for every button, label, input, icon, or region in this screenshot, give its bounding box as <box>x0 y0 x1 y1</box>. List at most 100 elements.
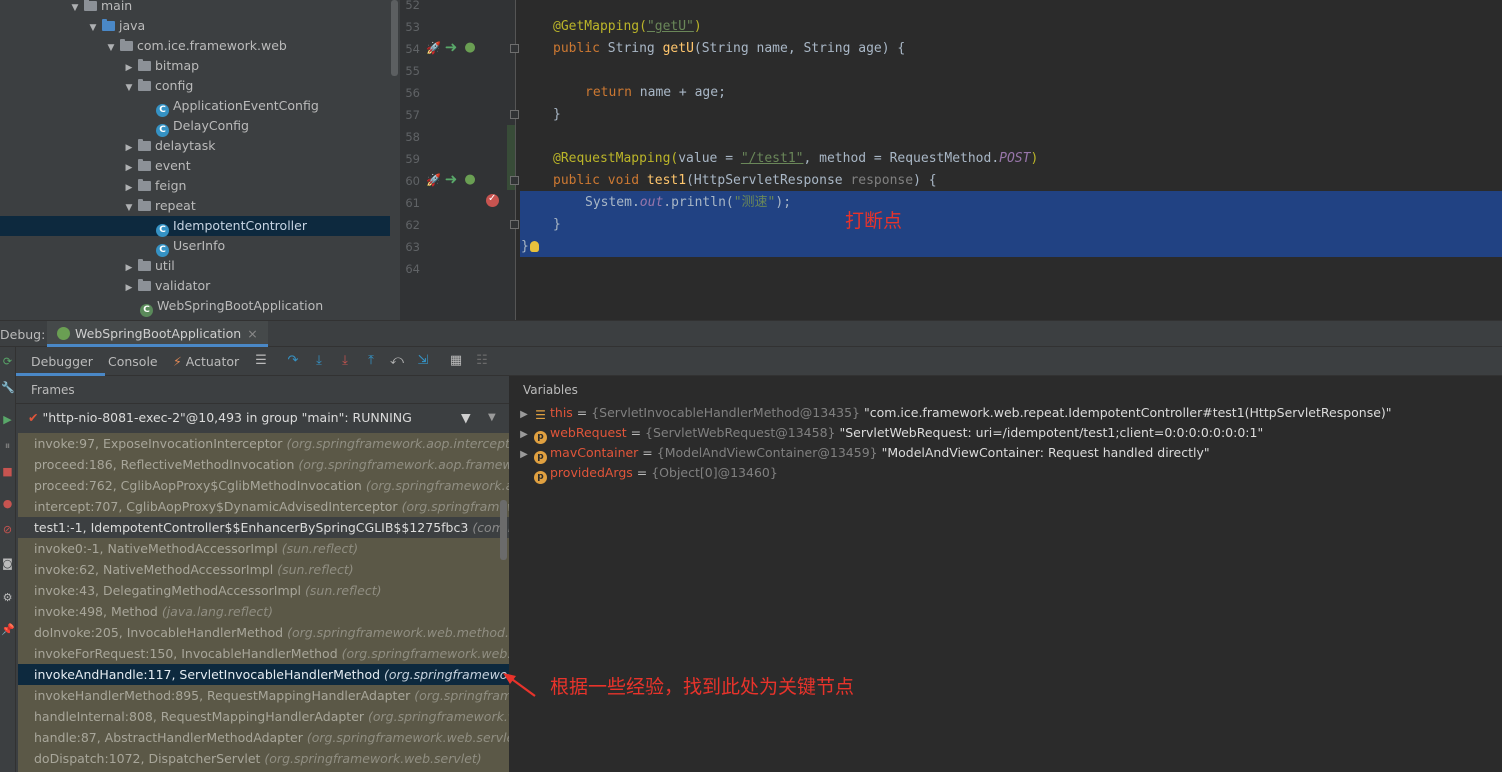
package-icon <box>138 139 151 151</box>
navigate-arrow-icon[interactable]: ➜ <box>444 40 458 55</box>
chevron-right-icon[interactable]: ▶ <box>122 58 136 78</box>
run-rocket-icon[interactable]: 🚀 <box>426 173 441 187</box>
frame-method: invoke:498, Method <box>34 604 158 619</box>
variable-row[interactable]: ▶ p webRequest = {ServletWebRequest@13458}… <box>510 423 1263 445</box>
stack-frame[interactable]: invokeAndHandle:117, ServletInvocableHan… <box>18 664 509 685</box>
tree-item-userinfo[interactable]: C UserInfo <box>0 236 390 257</box>
stack-frame[interactable]: proceed:762, CglibAopProxy$CglibMethodIn… <box>18 475 509 496</box>
tree-item-idempotentcontroller[interactable]: C IdempotentController <box>0 216 390 237</box>
fold-icon[interactable] <box>510 110 519 119</box>
drop-frame-icon[interactable]: ⤺ <box>389 353 405 369</box>
close-icon[interactable]: × <box>247 326 257 341</box>
debug-session-tab[interactable]: WebSpringBootApplication × <box>47 321 268 347</box>
trace-icon[interactable]: ☷ <box>474 353 490 369</box>
tree-item-webspringbootapplication[interactable]: C WebSpringBootApplication <box>0 296 390 317</box>
line-number: 56 <box>405 86 420 100</box>
chevron-down-icon[interactable]: ▼ <box>122 78 136 98</box>
stack-frame[interactable]: doInvoke:205, InvocableHandlerMethod (or… <box>18 622 509 643</box>
step-over-icon[interactable]: ↷ <box>285 353 301 369</box>
expand-arrow-icon[interactable]: ▶ <box>518 445 530 465</box>
resume-icon[interactable]: ▶ <box>1 413 14 426</box>
pin-icon[interactable]: 📌 <box>1 623 15 636</box>
tree-item-repeat[interactable]: ▼ repeat <box>0 196 390 216</box>
frame-package: (org.springframework.web.s <box>368 709 509 724</box>
scrollbar-thumb[interactable] <box>500 500 507 560</box>
tree-item-package-root[interactable]: ▼ com.ice.framework.web <box>0 36 390 56</box>
variable-row[interactable]: p providedArgs = {Object[0]@13460} <box>510 463 778 484</box>
frames-scrollbar[interactable] <box>500 433 508 772</box>
breakpoint-icon[interactable] <box>486 193 499 207</box>
navigate-arrow-icon[interactable]: ➜ <box>444 172 458 187</box>
tab-debugger[interactable]: Debugger <box>16 347 105 376</box>
filter-icon[interactable]: ▼ <box>461 405 471 431</box>
stack-frame[interactable]: invokeForRequest:150, InvocableHandlerMe… <box>18 643 509 664</box>
camera-icon[interactable]: ◙ <box>1 557 14 570</box>
chevron-right-icon[interactable]: ▶ <box>122 278 136 298</box>
wrench-icon[interactable]: 🔧 <box>1 381 15 394</box>
chevron-down-icon[interactable]: ▼ <box>104 38 118 58</box>
pause-icon[interactable]: ⏸ <box>1 439 14 452</box>
run-rocket-icon[interactable]: 🚀 <box>426 41 441 55</box>
tree-item-feign[interactable]: ▶ feign <box>0 176 390 196</box>
tab-console[interactable]: Console <box>108 347 158 376</box>
spring-bean-icon[interactable]: ● <box>463 173 477 187</box>
chevron-down-icon[interactable]: ▼ <box>488 405 496 431</box>
rerun-icon[interactable]: ⟳ <box>1 355 14 368</box>
fold-icon[interactable] <box>510 44 519 53</box>
tree-item-delaytask[interactable]: ▶ delaytask <box>0 136 390 156</box>
scrollbar-thumb[interactable] <box>391 0 398 76</box>
tree-item-util[interactable]: ▶ util <box>0 256 390 276</box>
tree-item-delayconfig[interactable]: C DelayConfig <box>0 116 390 137</box>
frames-list[interactable]: invoke:97, ExposeInvocationInterceptor (… <box>18 433 509 772</box>
line-number: 64 <box>405 262 420 276</box>
chevron-down-icon[interactable]: ▼ <box>86 18 100 38</box>
tree-item-main[interactable]: ▼ main <box>0 0 390 16</box>
stack-frame[interactable]: invokeHandlerMethod:895, RequestMappingH… <box>18 685 509 706</box>
step-into-icon[interactable]: ⤓ <box>311 353 327 369</box>
expand-arrow-icon[interactable]: ▶ <box>518 425 530 445</box>
chevron-right-icon[interactable]: ▶ <box>122 258 136 278</box>
chevron-right-icon[interactable]: ▶ <box>122 178 136 198</box>
force-step-into-icon[interactable]: ⤓ <box>337 353 353 369</box>
lightbulb-icon[interactable] <box>530 241 539 252</box>
chevron-right-icon[interactable]: ▶ <box>122 138 136 158</box>
evaluate-expression-icon[interactable]: ▦ <box>448 353 464 369</box>
tree-item-event[interactable]: ▶ event <box>0 156 390 176</box>
thread-selector[interactable]: ✔ "http-nio-8081-exec-2"@10,493 in group … <box>16 405 509 431</box>
stack-frame[interactable]: invoke:62, NativeMethodAccessorImpl (sun… <box>18 559 509 580</box>
stack-frame[interactable]: invoke0:-1, NativeMethodAccessorImpl (su… <box>18 538 509 559</box>
stack-frame[interactable]: intercept:707, CglibAopProxy$DynamicAdvi… <box>18 496 509 517</box>
chevron-down-icon[interactable]: ▼ <box>122 198 136 218</box>
settings-icon[interactable]: ⚙ <box>1 591 14 604</box>
tree-item-config[interactable]: ▼ config <box>0 76 390 96</box>
stack-frame[interactable]: proceed:186, ReflectiveMethodInvocation … <box>18 454 509 475</box>
tree-item-bitmap[interactable]: ▶ bitmap <box>0 56 390 76</box>
variable-row[interactable]: ▶ p mavContainer = {ModelAndViewContainer@… <box>510 443 1210 465</box>
chevron-right-icon[interactable]: ▶ <box>122 158 136 178</box>
stack-frame[interactable]: invoke:43, DelegatingMethodAccessorImpl … <box>18 580 509 601</box>
run-to-cursor-icon[interactable]: ⇲ <box>415 353 431 369</box>
tree-item-validator[interactable]: ▶ validator <box>0 276 390 296</box>
variable-name: mavContainer <box>550 445 639 460</box>
stack-frame[interactable]: invoke:498, Method (java.lang.reflect) <box>18 601 509 622</box>
spring-bean-icon[interactable]: ● <box>463 41 477 55</box>
stack-frame[interactable]: handle:87, AbstractHandlerMethodAdapter … <box>18 727 509 748</box>
stack-frame[interactable]: handleInternal:808, RequestMappingHandle… <box>18 706 509 727</box>
expand-arrow-icon[interactable]: ▶ <box>518 405 530 425</box>
tree-item-applicationeventconfig[interactable]: C ApplicationEventConfig <box>0 96 390 117</box>
step-out-icon[interactable]: ⤒ <box>363 353 379 369</box>
fold-icon[interactable] <box>510 220 519 229</box>
stack-frame[interactable]: invoke:97, ExposeInvocationInterceptor (… <box>18 433 509 454</box>
stack-frame[interactable]: test1:-1, IdempotentController$$Enhancer… <box>18 517 509 538</box>
fold-icon[interactable] <box>510 176 519 185</box>
stack-frame[interactable]: doDispatch:1072, DispatcherServlet (org.… <box>18 748 509 769</box>
stop-icon[interactable]: ■ <box>1 465 14 478</box>
tree-scrollbar[interactable] <box>390 0 400 320</box>
menu-icon[interactable]: ☰ <box>253 353 269 369</box>
tab-actuator[interactable]: ⚡ Actuator <box>173 347 239 376</box>
mute-breakpoints-icon[interactable]: ⊘ <box>1 523 14 536</box>
code-line-60: public void test1(HttpServletResponse re… <box>553 173 937 188</box>
view-breakpoints-icon[interactable]: ● <box>1 497 14 510</box>
tree-item-java[interactable]: ▼ java <box>0 16 390 36</box>
variable-row[interactable]: ▶ ☰ this = {ServletInvocableHandlerMethod@… <box>510 403 1391 425</box>
